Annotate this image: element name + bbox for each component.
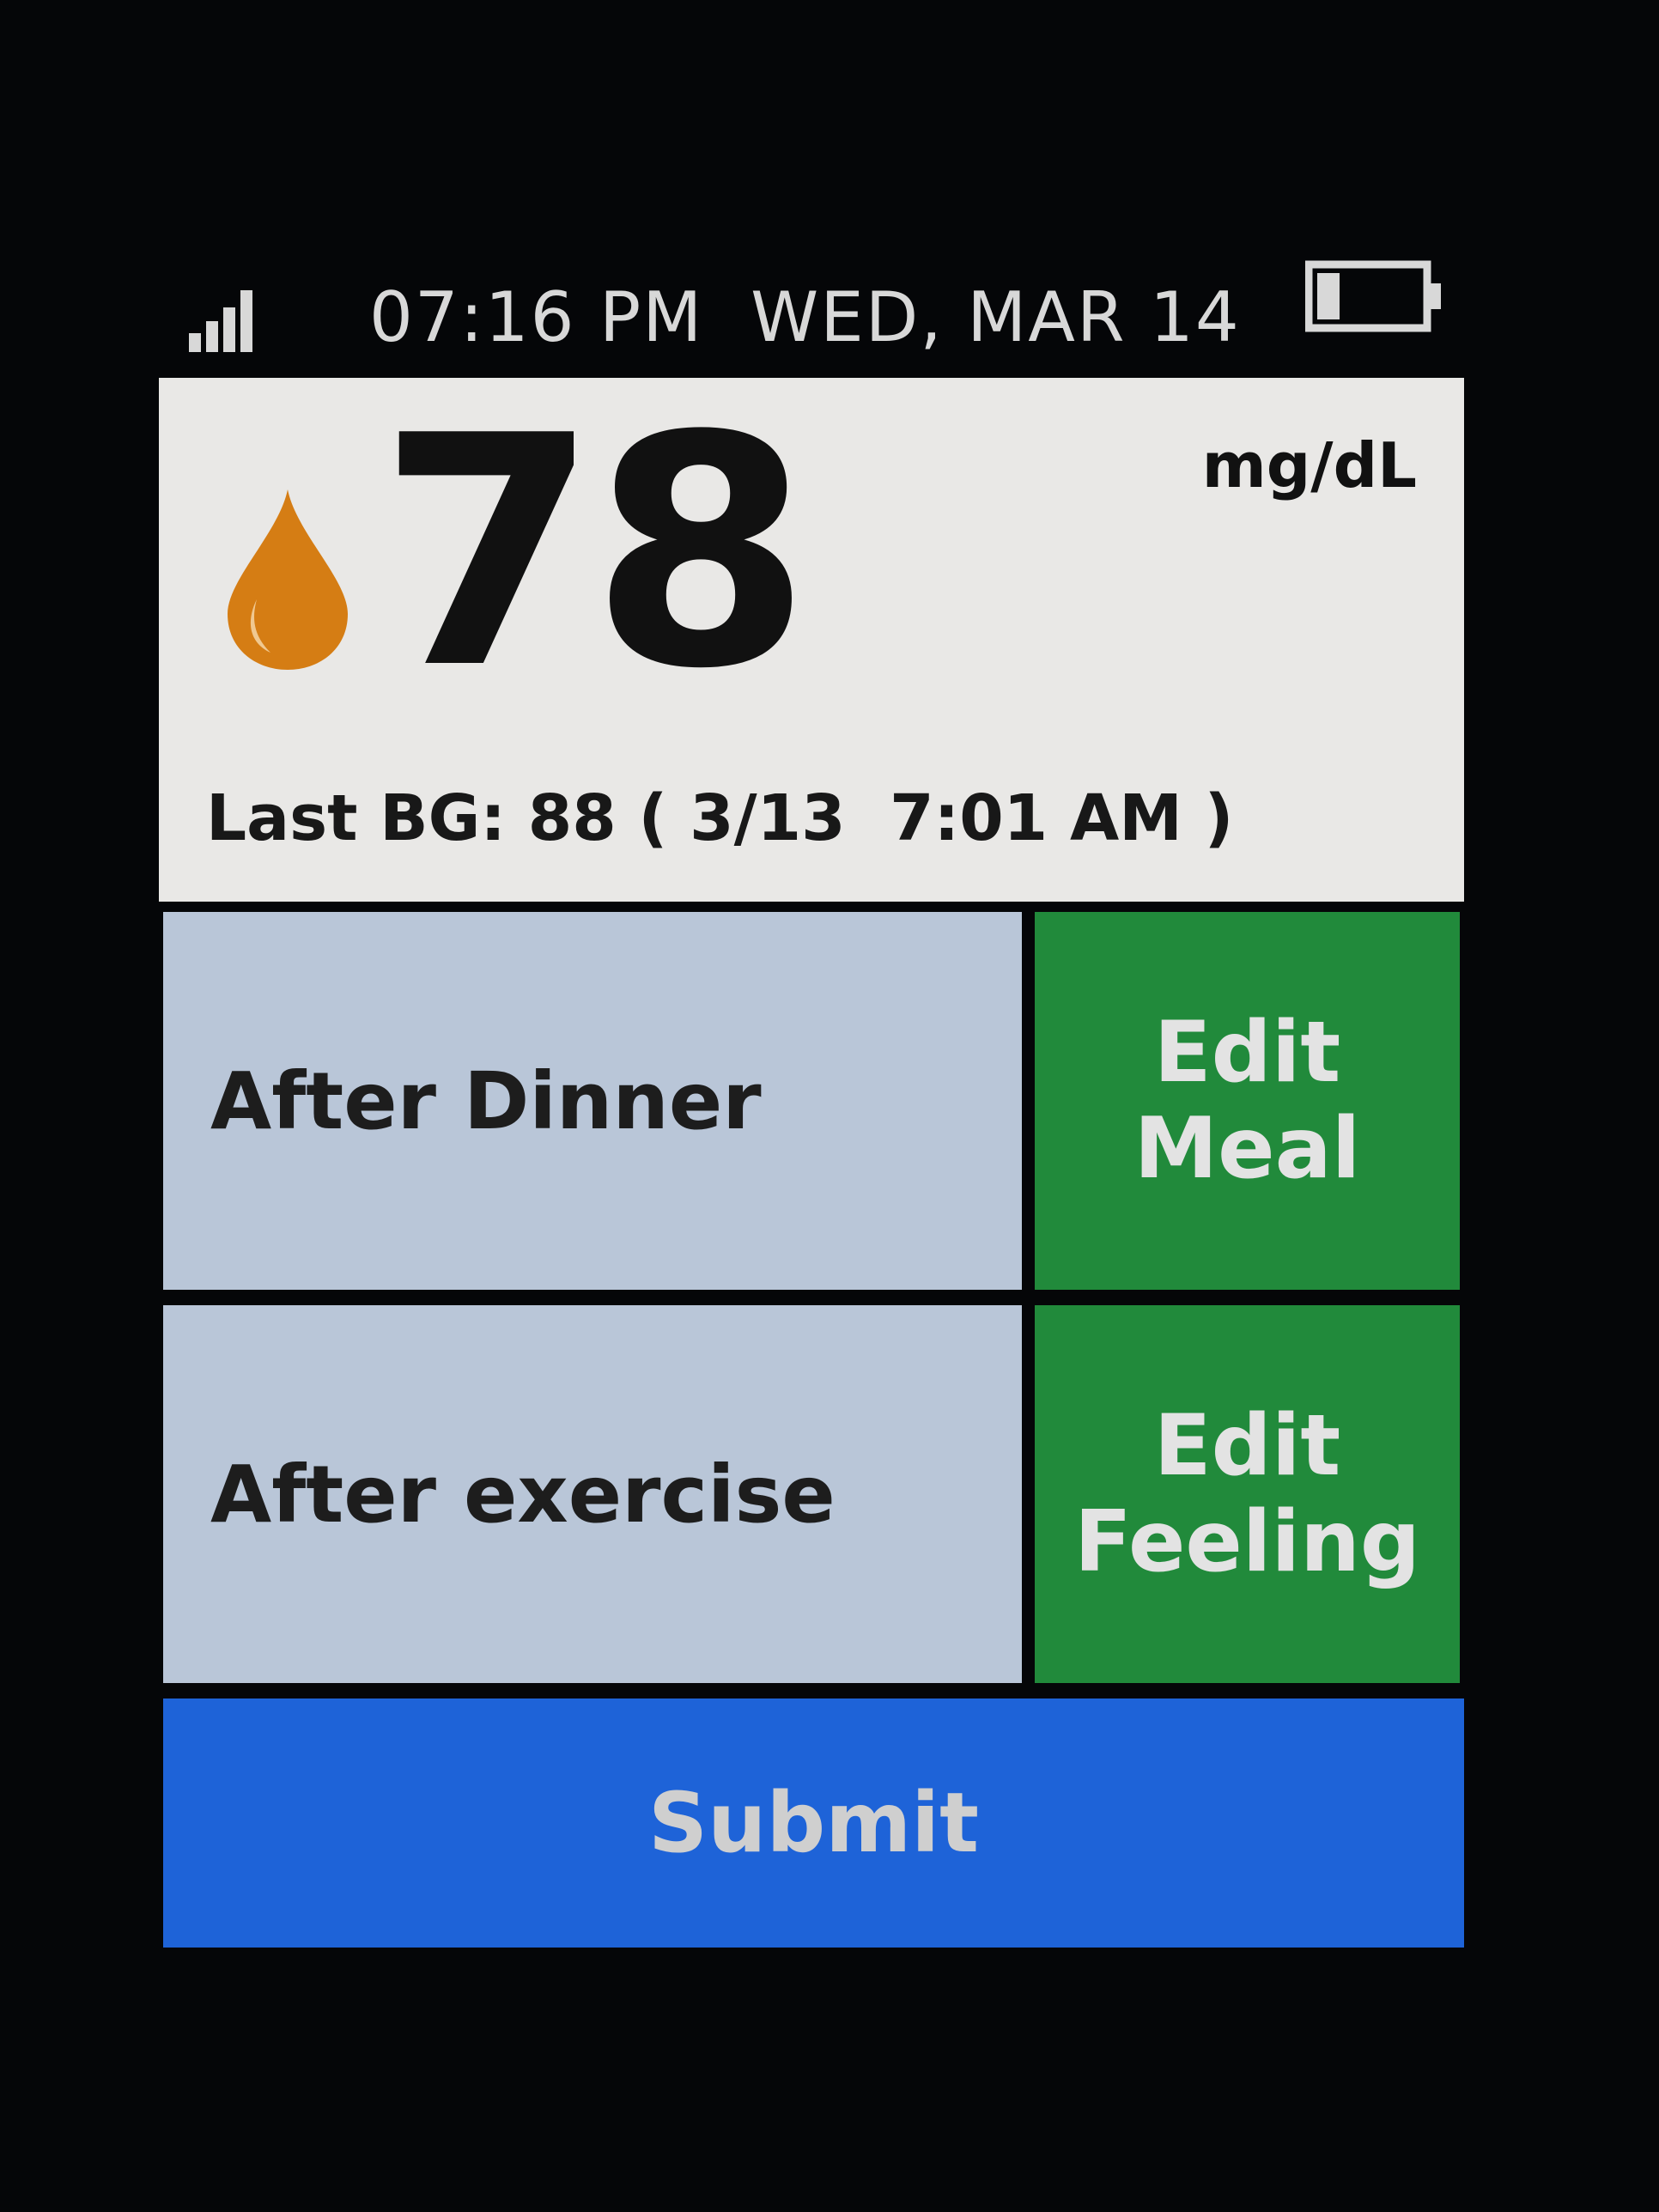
signal-bars-icon xyxy=(189,290,252,352)
edit-feeling-button[interactable]: Edit Feeling xyxy=(1035,1305,1460,1683)
submit-button[interactable]: Submit xyxy=(163,1698,1464,1948)
feeling-tag-text: After exercise xyxy=(210,1448,836,1540)
status-bar: 07:16 PM WED, MAR 14 xyxy=(189,240,1443,361)
status-time: 07:16 PM xyxy=(369,277,704,357)
meal-tag-text: After Dinner xyxy=(210,1054,762,1147)
edit-feeling-line2: Feeling xyxy=(1073,1493,1420,1591)
edit-meal-line2: Meal xyxy=(1133,1100,1361,1198)
glucose-value: 78 xyxy=(378,369,811,738)
status-time-date: 07:16 PM WED, MAR 14 xyxy=(369,275,1241,361)
status-date: WED, MAR 14 xyxy=(750,277,1241,357)
edit-meal-line1: Edit xyxy=(1153,1004,1341,1102)
glucose-unit: mg/dL xyxy=(1201,429,1417,501)
blood-drop-icon xyxy=(228,489,348,670)
meter-screen: 07:16 PM WED, MAR 14 78 mg/dL Last BG: 8… xyxy=(0,0,1659,2212)
meal-tag-label[interactable]: After Dinner xyxy=(163,912,1022,1290)
edit-feeling-line1: Edit xyxy=(1153,1397,1341,1495)
last-bg-reading: Last BG: 88 ( 3/13 7:01 AM ) xyxy=(206,781,1234,855)
battery-icon xyxy=(1305,260,1441,332)
feeling-tag-label[interactable]: After exercise xyxy=(163,1305,1022,1683)
edit-meal-button[interactable]: Edit Meal xyxy=(1035,912,1460,1290)
reading-panel: 78 mg/dL Last BG: 88 ( 3/13 7:01 AM ) xyxy=(159,378,1464,902)
